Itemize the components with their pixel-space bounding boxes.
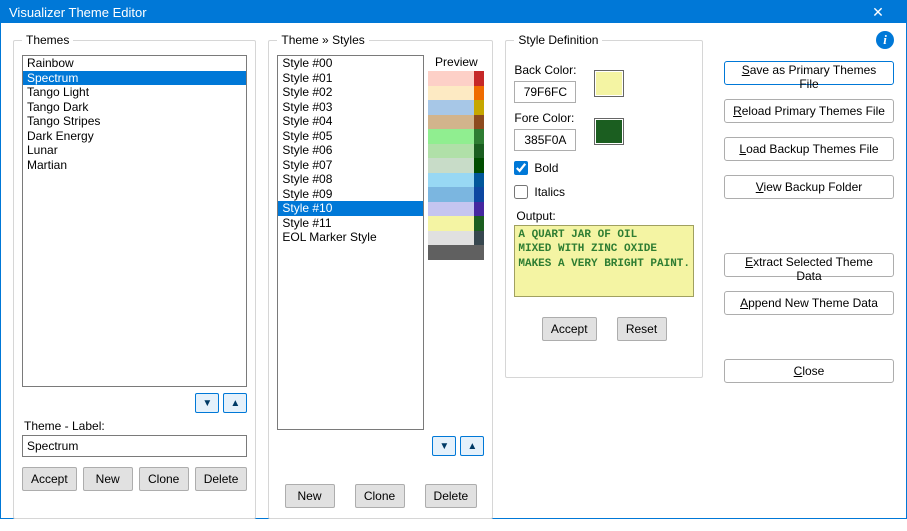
actions-column: Save as Primary Themes File Reload Prima…: [715, 33, 894, 519]
style-definition-group: Style Definition Back Color: Fore Color:…: [505, 33, 703, 378]
reload-primary-button[interactable]: Reload Primary Themes File: [724, 99, 894, 123]
window-title: Visualizer Theme Editor: [9, 5, 858, 20]
list-item[interactable]: Tango Light: [23, 85, 246, 100]
window: Visualizer Theme Editor ✕ i Themes Rainb…: [0, 0, 907, 519]
theme-label-input[interactable]: [22, 435, 247, 457]
style-delete-button[interactable]: Delete: [425, 484, 478, 508]
definition-reset-button[interactable]: Reset: [617, 317, 667, 341]
append-theme-button[interactable]: Append New Theme Data: [724, 291, 894, 315]
output-label: Output:: [516, 209, 694, 223]
theme-clone-button[interactable]: Clone: [139, 467, 189, 491]
theme-move-up-button[interactable]: ▲: [223, 393, 247, 413]
styles-group: Theme » Styles Style #00Style #01Style #…: [268, 33, 493, 519]
style-new-button[interactable]: New: [285, 484, 335, 508]
theme-new-button[interactable]: New: [83, 467, 133, 491]
list-item[interactable]: Style #01: [278, 71, 423, 86]
themes-group: Themes RainbowSpectrumTango LightTango D…: [13, 33, 256, 519]
titlebar: Visualizer Theme Editor ✕: [1, 1, 906, 23]
styles-listbox[interactable]: Style #00Style #01Style #02Style #03Styl…: [277, 55, 424, 430]
italics-checkbox[interactable]: [514, 185, 528, 199]
view-backup-button[interactable]: View Backup Folder: [724, 175, 894, 199]
style-definition-legend: Style Definition: [514, 33, 602, 47]
preview-swatch: [428, 115, 484, 130]
definition-accept-button[interactable]: Accept: [542, 317, 597, 341]
bold-checkbox[interactable]: [514, 161, 528, 175]
style-move-up-button[interactable]: ▲: [460, 436, 484, 456]
back-color-swatch[interactable]: [594, 70, 624, 97]
themes-legend: Themes: [22, 33, 73, 47]
list-item[interactable]: Style #06: [278, 143, 423, 158]
load-backup-button[interactable]: Load Backup Themes File: [724, 137, 894, 161]
preview-column: Preview: [428, 55, 484, 430]
list-item[interactable]: Style #02: [278, 85, 423, 100]
list-item[interactable]: Tango Stripes: [23, 114, 246, 129]
list-item[interactable]: Style #10: [278, 201, 423, 216]
list-item[interactable]: Dark Energy: [23, 129, 246, 144]
list-item[interactable]: Style #11: [278, 216, 423, 231]
list-item[interactable]: Style #08: [278, 172, 423, 187]
preview-swatch: [428, 129, 484, 144]
theme-label-caption: Theme - Label:: [24, 419, 247, 433]
list-item[interactable]: Spectrum: [23, 71, 246, 86]
list-item[interactable]: Style #05: [278, 129, 423, 144]
styles-legend: Theme » Styles: [277, 33, 368, 47]
style-move-down-button[interactable]: ▼: [432, 436, 456, 456]
back-color-input[interactable]: [514, 81, 576, 103]
close-button[interactable]: Close: [724, 359, 894, 383]
list-item[interactable]: Style #09: [278, 187, 423, 202]
content: i Themes RainbowSpectrumTango LightTango…: [1, 23, 906, 531]
preview-swatch: [428, 86, 484, 101]
output-preview: A QUART JAR OF OIL MIXED WITH ZINC OXIDE…: [514, 225, 694, 297]
list-item[interactable]: EOL Marker Style: [278, 230, 423, 245]
close-icon[interactable]: ✕: [858, 1, 898, 23]
list-item[interactable]: Style #04: [278, 114, 423, 129]
preview-swatch: [428, 231, 484, 246]
theme-move-down-button[interactable]: ▼: [195, 393, 219, 413]
list-item[interactable]: Rainbow: [23, 56, 246, 71]
list-item[interactable]: Style #03: [278, 100, 423, 115]
list-item[interactable]: Style #07: [278, 158, 423, 173]
preview-swatch: [428, 173, 484, 188]
preview-swatch: [428, 158, 484, 173]
preview-swatch: [428, 216, 484, 231]
preview-swatches: [428, 71, 484, 260]
list-item[interactable]: Tango Dark: [23, 100, 246, 115]
theme-delete-button[interactable]: Delete: [195, 467, 248, 491]
style-clone-button[interactable]: Clone: [355, 484, 405, 508]
themes-listbox[interactable]: RainbowSpectrumTango LightTango DarkTang…: [22, 55, 247, 387]
theme-accept-button[interactable]: Accept: [22, 467, 77, 491]
list-item[interactable]: Style #00: [278, 56, 423, 71]
back-color-label: Back Color:: [514, 63, 584, 77]
extract-theme-button[interactable]: Extract Selected Theme Data: [724, 253, 894, 277]
preview-swatch: [428, 245, 484, 260]
preview-swatch: [428, 202, 484, 217]
list-item[interactable]: Lunar: [23, 143, 246, 158]
preview-swatch: [428, 187, 484, 202]
fore-color-input[interactable]: [514, 129, 576, 151]
bold-label: Bold: [534, 161, 558, 175]
preview-label: Preview: [428, 55, 484, 71]
info-icon[interactable]: i: [876, 31, 894, 49]
preview-swatch: [428, 144, 484, 159]
save-primary-button[interactable]: Save as Primary Themes File: [724, 61, 894, 85]
fore-color-label: Fore Color:: [514, 111, 584, 125]
list-item[interactable]: Martian: [23, 158, 246, 173]
preview-swatch: [428, 100, 484, 115]
preview-swatch: [428, 71, 484, 86]
fore-color-swatch[interactable]: [594, 118, 624, 145]
italics-label: Italics: [534, 185, 565, 199]
